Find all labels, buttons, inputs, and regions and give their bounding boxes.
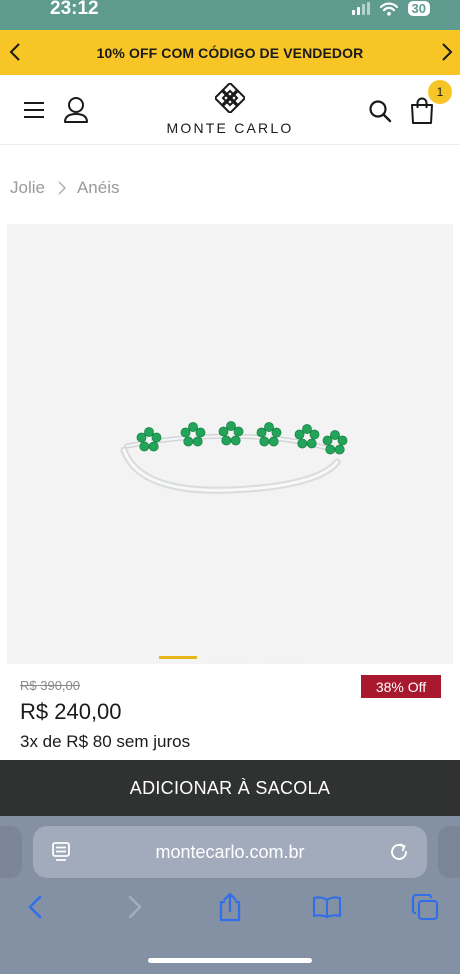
- emerald-flower: [218, 421, 244, 446]
- gallery-dot[interactable]: [159, 656, 197, 659]
- reader-icon: [52, 842, 70, 861]
- next-tab-edge[interactable]: [438, 826, 460, 878]
- promo-prev-button[interactable]: [4, 41, 26, 63]
- gallery-pagination: [159, 656, 301, 659]
- promo-text: 10% OFF COM CÓDIGO DE VENDEDOR: [96, 44, 364, 61]
- product-gallery[interactable]: [7, 224, 453, 664]
- url-text[interactable]: montecarlo.com.br: [33, 826, 427, 878]
- bag-icon: [411, 97, 433, 124]
- forward-icon: [128, 895, 142, 919]
- price-panel: R$ 390,00 38% Off R$ 240,00 3x de R$ 80 …: [0, 664, 460, 760]
- back-button[interactable]: [20, 892, 50, 922]
- breadcrumb-item[interactable]: Anéis: [77, 178, 120, 198]
- logo-mark-icon: [215, 83, 245, 113]
- chevron-right-icon: [58, 181, 66, 195]
- back-icon: [28, 895, 42, 919]
- gallery-dot[interactable]: [211, 656, 249, 659]
- address-bar[interactable]: montecarlo.com.br: [33, 826, 427, 878]
- discount-badge: 38% Off: [361, 675, 441, 698]
- share-icon: [219, 892, 241, 922]
- reload-icon: [391, 843, 407, 860]
- reload-button[interactable]: [387, 840, 411, 864]
- add-to-bag-button[interactable]: ADICIONAR À SACOLA: [0, 760, 460, 816]
- search-icon: [369, 100, 392, 123]
- current-price: R$ 240,00: [20, 699, 122, 724]
- browser-toolbar: montecarlo.com.br: [0, 816, 460, 974]
- battery-icon: 30: [407, 1, 430, 16]
- signal-icon: [351, 2, 370, 15]
- site-header: MONTE CARLO: [0, 75, 460, 145]
- emerald-flower: [180, 422, 206, 447]
- chevron-left-icon: [9, 43, 20, 61]
- old-price: R$ 390,00: [20, 678, 80, 693]
- product-image: [120, 421, 348, 494]
- gallery-dot[interactable]: [263, 656, 301, 659]
- emerald-flower: [322, 430, 348, 455]
- emerald-flower: [136, 427, 162, 452]
- promo-next-button[interactable]: [436, 41, 458, 63]
- chevron-right-icon: [442, 43, 453, 61]
- promo-bar: 10% OFF COM CÓDIGO DE VENDEDOR: [0, 30, 460, 75]
- forward-button[interactable]: [120, 892, 150, 922]
- emerald-flower: [294, 424, 320, 449]
- installments-text: 3x de R$ 80 sem juros: [20, 732, 191, 751]
- tabs-icon: [411, 893, 439, 921]
- account-button[interactable]: [62, 95, 90, 125]
- brand-logo[interactable]: MONTE CARLO: [160, 83, 300, 136]
- bookmarks-icon: [312, 896, 342, 919]
- search-button[interactable]: [367, 98, 393, 124]
- breadcrumb: Jolie Anéis: [10, 178, 120, 198]
- cart-count-badge: 1: [428, 80, 452, 104]
- status-icons: 30: [351, 1, 430, 16]
- wifi-icon: [379, 2, 398, 16]
- status-time: 23:12: [50, 0, 99, 19]
- brand-name: MONTE CARLO: [166, 120, 294, 136]
- breadcrumb-item[interactable]: Jolie: [10, 178, 45, 198]
- user-icon: [64, 97, 88, 123]
- menu-button[interactable]: [22, 98, 46, 122]
- tabs-button[interactable]: [410, 892, 440, 922]
- share-button[interactable]: [215, 892, 245, 922]
- emerald-flower: [256, 422, 282, 447]
- home-indicator: [148, 958, 312, 963]
- bookmarks-button[interactable]: [312, 892, 342, 922]
- previous-tab-edge[interactable]: [0, 826, 22, 878]
- status-bar: 23:12 30: [0, 0, 460, 30]
- reader-button[interactable]: [49, 840, 73, 864]
- menu-icon: [24, 102, 44, 118]
